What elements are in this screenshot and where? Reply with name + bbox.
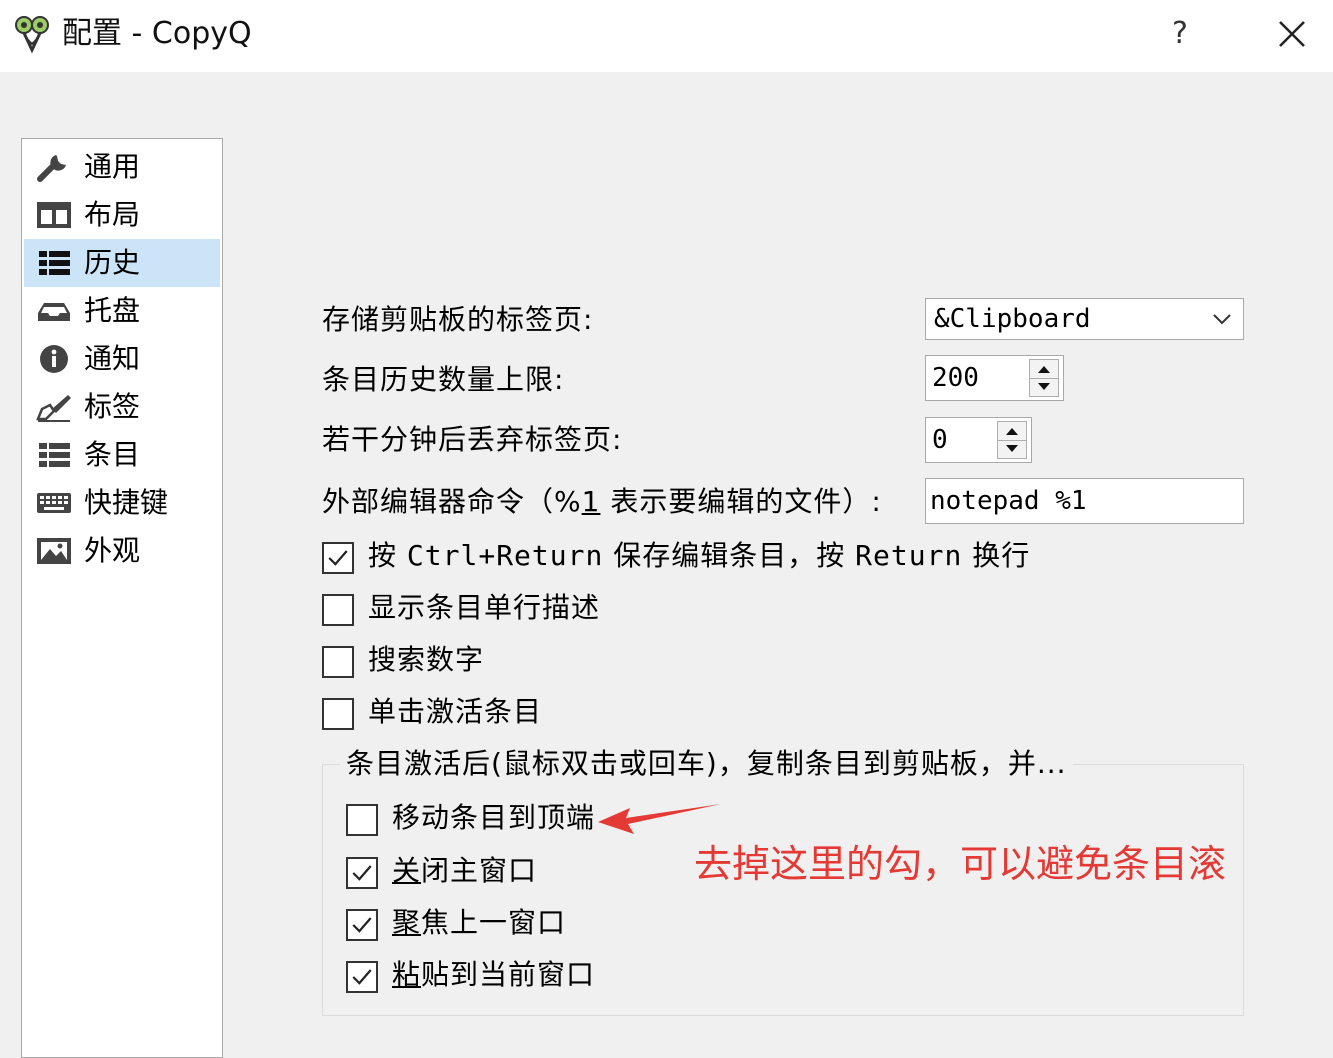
help-button[interactable]: ? [1160, 12, 1200, 56]
label-key: Ctrl+Return [406, 539, 604, 572]
single-line-desc-checkbox[interactable]: 显示条目单行描述 [322, 591, 642, 632]
red-arrow-annotation-icon [598, 804, 721, 834]
activate-group-title: 条目激活后(鼠标双击或回车)，复制条目到剪贴板，并... [340, 744, 1073, 784]
wrench-icon [37, 155, 66, 182]
settings-sidebar: 通用 布局 历史 托盘 通知 标签 条目 快捷键 外观 [21, 138, 223, 1058]
triangle-down-icon [1006, 445, 1018, 452]
sidebar-item-label: 托盘 [84, 294, 141, 327]
max-items-label: 条目历史数量上限: [322, 363, 565, 396]
label-key: Return [855, 539, 963, 572]
close-main-window-checkbox[interactable]: 关闭主窗口 [346, 854, 566, 895]
triangle-down-icon [1038, 383, 1050, 390]
close-icon[interactable] [1270, 12, 1314, 56]
label-mnemonic: 聚 [392, 906, 422, 939]
triangle-up-icon [1006, 428, 1018, 435]
sidebar-item-shortcuts[interactable]: 快捷键 [24, 479, 220, 527]
tag-pen-icon [36, 395, 71, 422]
sidebar-item-label: 布局 [84, 198, 141, 231]
max-items-spinbox[interactable]: 200 [925, 355, 1064, 401]
checkbox-unchecked-icon [346, 804, 378, 836]
window-title: 配置 - CopyQ [62, 16, 252, 51]
ctrl-return-checkbox[interactable]: 按 Ctrl+Return 保存编辑条目，按 Return 换行 [322, 539, 1042, 580]
label-text: 贴到当前窗口 [421, 958, 596, 991]
editor-label-text: 外部编辑器命令（% [322, 485, 582, 518]
external-editor-input[interactable]: notepad %1 [925, 478, 1244, 524]
checkbox-checked-icon [346, 909, 378, 941]
checkbox-label: 单击激活条目 [368, 695, 543, 728]
red-annotation-text: 去掉这里的勾，可以避免条目滚 [694, 842, 1227, 886]
items-list-icon [39, 443, 70, 467]
clipboard-tab-value: &Clipboard [934, 304, 1091, 334]
sidebar-item-label: 历史 [84, 246, 141, 279]
layout-icon [37, 202, 71, 228]
single-click-activate-checkbox[interactable]: 单击激活条目 [322, 695, 582, 736]
unload-tabs-spinbox[interactable]: 0 [925, 417, 1032, 463]
search-numbers-checkbox[interactable]: 搜索数字 [322, 643, 542, 684]
checkbox-label: 粘贴到当前窗口 [392, 955, 595, 995]
chevron-down-icon [1213, 314, 1231, 325]
checkbox-label: 显示条目单行描述 [368, 591, 601, 624]
label-mnemonic: 关 [392, 854, 422, 887]
spin-up-button[interactable] [998, 422, 1026, 441]
label-text: 换行 [962, 539, 1031, 572]
clipboard-tab-combo[interactable]: &Clipboard [925, 298, 1244, 340]
sidebar-item-history[interactable]: 历史 [24, 239, 220, 287]
label-text: 按 [368, 539, 407, 572]
sidebar-item-label: 外观 [84, 534, 141, 567]
sidebar-item-appearance[interactable]: 外观 [24, 527, 220, 575]
editor-label-mnemonic: 1 [581, 485, 601, 518]
checkbox-unchecked-icon [322, 698, 354, 730]
editor-label-text: 表示要编辑的文件）: [600, 485, 882, 518]
info-icon [40, 345, 68, 373]
history-list-icon [39, 251, 70, 275]
label-mnemonic: 粘 [392, 958, 422, 991]
sidebar-item-items[interactable]: 条目 [24, 431, 220, 479]
move-to-top-checkbox[interactable]: 移动条目到顶端 [346, 801, 606, 842]
label-text: 保存编辑条目，按 [603, 539, 856, 572]
checkbox-unchecked-icon [322, 594, 354, 626]
checkbox-unchecked-icon [322, 646, 354, 678]
max-items-value: 200 [932, 363, 979, 393]
sidebar-item-layout[interactable]: 布局 [24, 191, 220, 239]
sidebar-item-label: 通知 [84, 342, 141, 375]
label-text: 焦上一窗口 [421, 906, 567, 939]
checkbox-label: 聚焦上一窗口 [392, 903, 566, 943]
checkbox-label: 移动条目到顶端 [392, 801, 596, 834]
spin-down-button[interactable] [998, 440, 1026, 458]
spin-down-button[interactable] [1030, 378, 1058, 396]
external-editor-label: 外部编辑器命令（%1 表示要编辑的文件）: [322, 482, 882, 522]
sidebar-item-tabs[interactable]: 标签 [24, 383, 220, 431]
clipboard-tab-label: 存储剪贴板的标签页: [322, 303, 594, 336]
label-text: 闭主窗口 [421, 854, 538, 887]
paste-to-current-window-checkbox[interactable]: 粘贴到当前窗口 [346, 958, 616, 999]
checkbox-checked-icon [346, 961, 378, 993]
checkbox-checked-icon [322, 542, 354, 574]
copyq-app-icon [15, 16, 49, 54]
sidebar-item-label: 快捷键 [84, 486, 169, 519]
title-bar: 配置 - CopyQ ? [0, 0, 1333, 72]
sidebar-item-label: 标签 [84, 390, 141, 423]
checkbox-label: 关闭主窗口 [392, 851, 537, 891]
external-editor-value: notepad %1 [930, 486, 1087, 516]
max-items-spin-buttons [1029, 359, 1059, 397]
checkbox-label: 按 Ctrl+Return 保存编辑条目，按 Return 换行 [368, 536, 1030, 576]
checkbox-checked-icon [346, 857, 378, 889]
sidebar-item-label: 通用 [84, 150, 141, 183]
sidebar-item-notifications[interactable]: 通知 [24, 335, 220, 383]
appearance-image-icon [37, 538, 71, 564]
sidebar-item-general[interactable]: 通用 [24, 143, 220, 191]
unload-tabs-spin-buttons [997, 421, 1027, 459]
unload-tabs-label: 若干分钟后丢弃标签页: [322, 423, 623, 456]
tray-icon [38, 303, 70, 321]
checkbox-label: 搜索数字 [368, 643, 485, 676]
triangle-up-icon [1038, 366, 1050, 373]
unload-tabs-value: 0 [932, 425, 948, 455]
sidebar-item-label: 条目 [84, 438, 141, 471]
focus-last-window-checkbox[interactable]: 聚焦上一窗口 [346, 906, 586, 947]
sidebar-item-tray[interactable]: 托盘 [24, 287, 220, 335]
keyboard-icon [37, 493, 71, 513]
spin-up-button[interactable] [1030, 360, 1058, 379]
